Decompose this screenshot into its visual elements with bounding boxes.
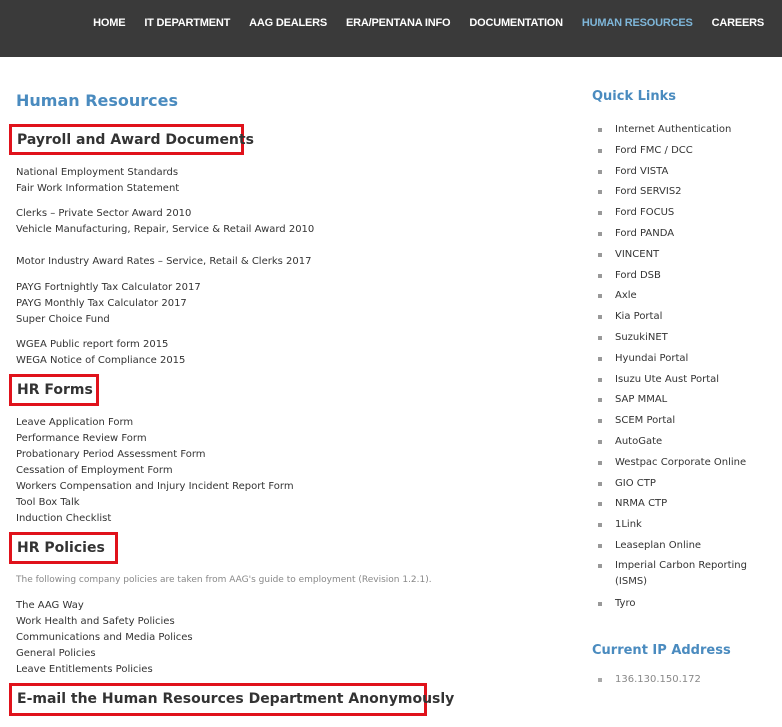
quick-link-ford-dsb[interactable]: Ford DSB	[615, 270, 661, 281]
quick-link-westpac-corporate-online[interactable]: Westpac Corporate Online	[615, 457, 746, 468]
quick-link-item: Ford SERVIS2	[598, 182, 778, 203]
link-induction-checklist[interactable]: Induction Checklist	[16, 511, 294, 527]
link-general-policies[interactable]: General Policies	[16, 646, 193, 662]
link-clerks-award[interactable]: Clerks – Private Sector Award 2010	[16, 206, 314, 222]
quick-link-item: Ford DSB	[598, 266, 778, 287]
payroll-links-group-3: Motor Industry Award Rates – Service, Re…	[16, 254, 311, 270]
quick-link-1link[interactable]: 1Link	[615, 519, 642, 530]
quick-link-item: Ford VISTA	[598, 162, 778, 183]
email-hr-anonymously-heading[interactable]: E-mail the Human Resources Department An…	[17, 691, 454, 707]
payroll-links-group-5: WGEA Public report form 2015 WEGA Notice…	[16, 337, 185, 369]
link-wega-notice[interactable]: WEGA Notice of Compliance 2015	[16, 353, 185, 369]
link-communications-media-polices[interactable]: Communications and Media Polices	[16, 630, 193, 646]
link-tool-box-talk[interactable]: Tool Box Talk	[16, 495, 294, 511]
quick-link-item: Tyro	[598, 594, 778, 615]
quick-link-kia-portal[interactable]: Kia Portal	[615, 311, 662, 322]
quick-link-ford-panda[interactable]: Ford PANDA	[615, 228, 674, 239]
quick-link-scem-portal[interactable]: SCEM Portal	[615, 415, 675, 426]
hr-policies-intro: The following company policies are taken…	[16, 575, 432, 585]
nav-era-pentana-info[interactable]: ERA/PENTANA INFO	[346, 17, 451, 29]
current-ip-title: Current IP Address	[592, 643, 731, 658]
quick-link-item: VINCENT	[598, 245, 778, 266]
quick-link-vincent[interactable]: VINCENT	[615, 249, 659, 260]
link-fair-work-information-statement[interactable]: Fair Work Information Statement	[16, 181, 179, 197]
link-super-choice-fund[interactable]: Super Choice Fund	[16, 312, 201, 328]
quick-link-item: Westpac Corporate Online	[598, 453, 778, 474]
quick-link-ford-servis2[interactable]: Ford SERVIS2	[615, 186, 682, 197]
link-leave-application-form[interactable]: Leave Application Form	[16, 415, 294, 431]
hr-forms-heading: HR Forms	[17, 382, 93, 398]
payroll-links-group-2: Clerks – Private Sector Award 2010 Vehic…	[16, 206, 314, 238]
payroll-heading: Payroll and Award Documents	[17, 132, 254, 148]
quick-link-sap-mmal[interactable]: SAP MMAL	[615, 394, 667, 405]
link-payg-monthly[interactable]: PAYG Monthly Tax Calculator 2017	[16, 296, 201, 312]
main-nav: HOME IT DEPARTMENT AAG DEALERS ERA/PENTA…	[74, 17, 764, 29]
link-work-health-safety-policies[interactable]: Work Health and Safety Policies	[16, 614, 193, 630]
quick-links-list: Internet Authentication Ford FMC / DCC F…	[598, 120, 778, 615]
quick-link-item: Internet Authentication	[598, 120, 778, 141]
quick-link-nrma-ctp[interactable]: NRMA CTP	[615, 498, 667, 509]
quick-link-ford-fmc-dcc[interactable]: Ford FMC / DCC	[615, 145, 693, 156]
hr-policies-heading: HR Policies	[17, 540, 105, 556]
link-probationary-period-form[interactable]: Probationary Period Assessment Form	[16, 447, 294, 463]
link-vehicle-manufacturing-award[interactable]: Vehicle Manufacturing, Repair, Service &…	[16, 222, 314, 238]
quick-link-tyro[interactable]: Tyro	[615, 598, 635, 609]
email-heading-highlight: E-mail the Human Resources Department An…	[9, 683, 454, 716]
nav-it-department[interactable]: IT DEPARTMENT	[144, 17, 230, 29]
link-performance-review-form[interactable]: Performance Review Form	[16, 431, 294, 447]
payroll-links-group-4: PAYG Fortnightly Tax Calculator 2017 PAY…	[16, 280, 201, 328]
hr-policies-heading-highlight: HR Policies	[9, 532, 118, 564]
quick-link-ford-focus[interactable]: Ford FOCUS	[615, 207, 674, 218]
quick-link-item: SCEM Portal	[598, 411, 778, 432]
link-cessation-of-employment-form[interactable]: Cessation of Employment Form	[16, 463, 294, 479]
top-navigation-bar: HOME IT DEPARTMENT AAG DEALERS ERA/PENTA…	[0, 0, 782, 57]
quick-link-autogate[interactable]: AutoGate	[615, 436, 662, 447]
quick-link-item: AutoGate	[598, 432, 778, 453]
link-the-aag-way[interactable]: The AAG Way	[16, 598, 193, 614]
link-leave-entitlements-policies[interactable]: Leave Entitlements Policies	[16, 662, 193, 678]
quick-link-item: Isuzu Ute Aust Portal	[598, 370, 778, 391]
quick-link-leaseplan-online[interactable]: Leaseplan Online	[615, 540, 701, 551]
link-workers-compensation-form[interactable]: Workers Compensation and Injury Incident…	[16, 479, 294, 495]
quick-link-imperial-carbon-reporting[interactable]: Imperial Carbon Reporting (ISMS)	[615, 560, 747, 587]
quick-link-item: Ford PANDA	[598, 224, 778, 245]
quick-link-item: Leaseplan Online	[598, 536, 778, 557]
link-motor-industry-award-rates[interactable]: Motor Industry Award Rates – Service, Re…	[16, 254, 311, 270]
quick-link-item: NRMA CTP	[598, 494, 778, 515]
nav-documentation[interactable]: DOCUMENTATION	[469, 17, 563, 29]
quick-link-item: SuzukiNET	[598, 328, 778, 349]
quick-link-item: Imperial Carbon Reporting (ISMS)	[598, 557, 778, 594]
quick-link-internet-authentication[interactable]: Internet Authentication	[615, 124, 731, 135]
payroll-heading-highlight: Payroll and Award Documents	[9, 124, 254, 155]
quick-links-title: Quick Links	[592, 89, 677, 104]
page-title: Human Resources	[16, 91, 179, 110]
quick-link-axle[interactable]: Axle	[615, 290, 637, 301]
quick-link-item: Kia Portal	[598, 307, 778, 328]
nav-careers[interactable]: CAREERS	[712, 17, 765, 29]
hr-policies-links: The AAG Way Work Health and Safety Polic…	[16, 598, 193, 678]
quick-link-suzukinet[interactable]: SuzukiNET	[615, 332, 668, 343]
nav-aag-dealers[interactable]: AAG DEALERS	[249, 17, 327, 29]
link-wgea-public-report[interactable]: WGEA Public report form 2015	[16, 337, 185, 353]
quick-link-gio-ctp[interactable]: GIO CTP	[615, 478, 656, 489]
payroll-links-group-1: National Employment Standards Fair Work …	[16, 165, 179, 197]
quick-link-ford-vista[interactable]: Ford VISTA	[615, 166, 668, 177]
link-national-employment-standards[interactable]: National Employment Standards	[16, 165, 179, 181]
quick-link-item: SAP MMAL	[598, 390, 778, 411]
nav-home[interactable]: HOME	[93, 17, 125, 29]
quick-link-item: Axle	[598, 286, 778, 307]
quick-link-item: Ford FOCUS	[598, 203, 778, 224]
nav-human-resources[interactable]: HUMAN RESOURCES	[582, 17, 693, 29]
quick-link-item: Hyundai Portal	[598, 349, 778, 370]
quick-link-item: 1Link	[598, 515, 778, 536]
hr-forms-links: Leave Application Form Performance Revie…	[16, 415, 294, 527]
link-payg-fortnightly[interactable]: PAYG Fortnightly Tax Calculator 2017	[16, 280, 201, 296]
quick-link-isuzu-ute-aust-portal[interactable]: Isuzu Ute Aust Portal	[615, 374, 719, 385]
quick-link-item: GIO CTP	[598, 474, 778, 495]
quick-link-item: Ford FMC / DCC	[598, 141, 778, 162]
current-ip-value: 136.130.150.172	[598, 674, 701, 685]
quick-link-hyundai-portal[interactable]: Hyundai Portal	[615, 353, 688, 364]
hr-forms-heading-highlight: HR Forms	[9, 374, 99, 406]
